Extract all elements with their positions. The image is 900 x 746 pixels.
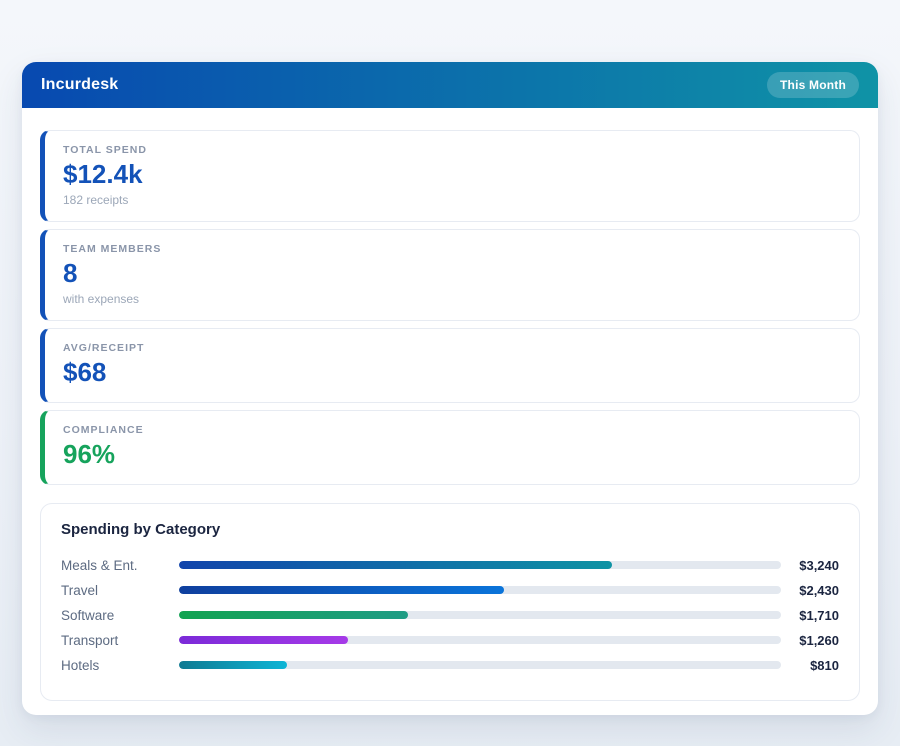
stat-sublabel: 182 receipts [63,193,841,207]
dashboard-card: Incurdesk This Month TOTAL SPEND $12.4k … [22,62,878,715]
chart-value-label: $1,260 [781,633,839,648]
stats-section: TOTAL SPEND $12.4k 182 receipts TEAM MEM… [40,130,860,485]
page-background: Incurdesk This Month TOTAL SPEND $12.4k … [0,0,900,746]
app-title: Incurdesk [41,76,118,94]
bar-fill-software [179,611,408,619]
stat-label: AVG/RECEIPT [63,342,841,354]
stat-card-total-spend: TOTAL SPEND $12.4k 182 receipts [40,130,860,222]
bar-track [179,636,781,644]
chart-row-transport: Transport $1,260 [61,628,839,653]
stat-card-team-members: TEAM MEMBERS 8 with expenses [40,229,860,321]
bar-fill-meals [179,561,612,569]
chart-category-label: Software [61,608,179,623]
chart-category-label: Transport [61,633,179,648]
bar-track [179,611,781,619]
stat-label: TOTAL SPEND [63,144,841,156]
chart-row-travel: Travel $2,430 [61,578,839,603]
chart-category-label: Meals & Ent. [61,558,179,573]
chart-category-label: Hotels [61,658,179,673]
stat-label: TEAM MEMBERS [63,243,841,255]
stat-value: $68 [63,358,841,388]
chart-row-software: Software $1,710 [61,603,839,628]
chart-row-hotels: Hotels $810 [61,653,839,678]
chart-value-label: $3,240 [781,558,839,573]
stat-value: 8 [63,259,841,289]
bar-track [179,561,781,569]
stat-card-avg-receipt: AVG/RECEIPT $68 [40,328,860,403]
stat-sublabel: with expenses [63,292,841,306]
spending-by-category-card: Spending by Category Meals & Ent. $3,240… [40,503,860,701]
stat-card-compliance: COMPLIANCE 96% [40,410,860,485]
period-badge[interactable]: This Month [767,72,859,98]
dashboard-content: TOTAL SPEND $12.4k 182 receipts TEAM MEM… [22,108,878,715]
chart-row-meals: Meals & Ent. $3,240 [61,553,839,578]
bar-track [179,586,781,594]
bar-fill-transport [179,636,348,644]
stat-label: COMPLIANCE [63,424,841,436]
chart-title: Spending by Category [61,521,839,538]
app-header: Incurdesk This Month [22,62,878,108]
chart-value-label: $810 [781,658,839,673]
bar-track [179,661,781,669]
chart-value-label: $2,430 [781,583,839,598]
chart-value-label: $1,710 [781,608,839,623]
stat-value: $12.4k [63,160,841,190]
bar-fill-travel [179,586,504,594]
bar-fill-hotels [179,661,287,669]
stat-value: 96% [63,440,841,470]
chart-category-label: Travel [61,583,179,598]
